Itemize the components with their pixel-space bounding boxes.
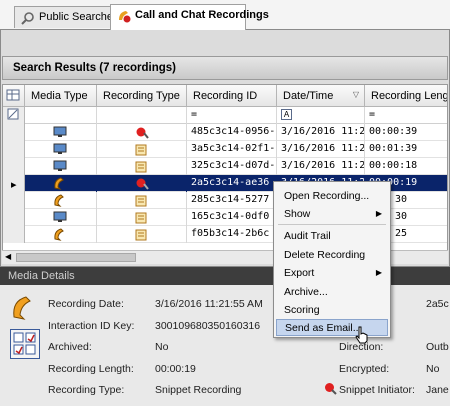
snippet-initiator-icon	[324, 382, 337, 398]
tab-call-and-chat-recordings[interactable]: Call and Chat Recordings	[110, 4, 269, 30]
phone-icon	[25, 192, 97, 209]
column-header-recording-id[interactable]: Recording ID	[187, 85, 277, 107]
phone-icon	[25, 226, 97, 243]
menu-item-audit-trail[interactable]: Audit Trail	[284, 230, 331, 242]
recording-datetime: 3/16/2016 11:22...	[277, 141, 365, 158]
recording-id: f05b3c14-2b6c	[187, 226, 277, 243]
archived-label: Archived:	[48, 341, 92, 353]
monitor-icon	[25, 209, 97, 226]
recording-length-value: 00:00:19	[155, 363, 196, 375]
column-header-recording-length[interactable]: Recording Length	[365, 85, 447, 107]
context-menu: Open Recording... Show ▶ Audit Trail Del…	[273, 181, 391, 338]
menu-item-send-as-email[interactable]: Send as Email...	[276, 319, 388, 336]
encrypted-label: Encrypted:	[339, 363, 390, 375]
scroll-left-icon[interactable]: ◀	[5, 252, 11, 261]
recording-id-truncated: 2a5c	[426, 298, 449, 310]
column-header-media-type[interactable]: Media Type	[25, 85, 97, 107]
archived-value: No	[155, 341, 169, 353]
screen-recording-icon	[97, 124, 187, 141]
menu-item-archive[interactable]: Archive...	[284, 286, 328, 298]
snippet-icon	[97, 209, 187, 226]
interaction-id-label: Interaction ID Key:	[48, 320, 135, 332]
tab-bar: Public Searches Call and Chat Recordings	[0, 0, 450, 30]
menu-item-show[interactable]: Show ▶	[274, 206, 390, 222]
search-results-header: Search Results (7 recordings)	[2, 56, 448, 80]
monitor-icon	[25, 158, 97, 175]
snippet-icon	[97, 192, 187, 209]
recordings-icon	[117, 9, 131, 26]
details-checklist-icon[interactable]	[10, 329, 40, 359]
recording-length: 00:01:39	[365, 141, 447, 158]
table-row[interactable]: 485c3c14-0956-... 3/16/2016 11:24... 00:…	[3, 124, 447, 141]
recording-length: 00:00:18	[365, 158, 447, 175]
row-pointer-icon: ▸	[3, 175, 25, 192]
search-icon	[21, 11, 35, 28]
recording-date-label: Recording Date:	[48, 298, 124, 310]
hand-pointer-cursor-icon	[355, 326, 369, 347]
filter-recording-length[interactable]: =	[365, 107, 447, 124]
recording-id: 485c3c14-0956-...	[187, 124, 277, 141]
sort-desc-icon: ▽	[352, 90, 359, 99]
recording-datetime: 3/16/2016 11:24...	[277, 124, 365, 141]
recording-id: 165c3c14-0df0	[187, 209, 277, 226]
filter-recording-type[interactable]	[97, 107, 187, 124]
snippet-icon	[97, 158, 187, 175]
recording-length-label: Recording Length:	[48, 363, 134, 375]
menu-separator	[278, 224, 386, 225]
direction-value: Outb	[426, 341, 449, 353]
menu-item-scoring[interactable]: Scoring	[284, 304, 320, 316]
recording-date-value: 3/16/2016 11:21:55 AM	[155, 298, 263, 310]
interaction-id-value: 300109680350160316	[155, 320, 261, 332]
snippet-icon	[97, 141, 187, 158]
filter-datetime[interactable]: A	[277, 107, 365, 124]
recording-datetime: 3/16/2016 11:22...	[277, 158, 365, 175]
phone-icon	[10, 295, 36, 324]
menu-item-export[interactable]: Export ▶	[274, 265, 390, 281]
snippet-initiator-value: Jane	[426, 384, 449, 396]
column-header-recording-type[interactable]: Recording Type	[97, 85, 187, 107]
submenu-arrow-icon: ▶	[375, 209, 382, 218]
filter-recording-id[interactable]: =	[187, 107, 277, 124]
menu-item-delete-recording[interactable]: Delete Recording	[284, 249, 365, 261]
scrollbar-thumb[interactable]	[16, 253, 136, 262]
column-header-datetime[interactable]: Date/Time ▽	[277, 85, 365, 107]
recording-id: 2a5c3c14-ae36	[187, 175, 277, 192]
recording-id: 285c3c14-5277	[187, 192, 277, 209]
filter-media-type[interactable]	[25, 107, 97, 124]
screen-recording-icon	[97, 175, 187, 192]
recording-type-label: Recording Type:	[48, 384, 125, 396]
tab-public-searches[interactable]: Public Searches	[14, 6, 119, 28]
table-row[interactable]: 325c3c14-d07d-... 3/16/2016 11:22... 00:…	[3, 158, 447, 175]
filter-row: = A =	[3, 107, 447, 124]
submenu-arrow-icon: ▶	[375, 268, 382, 277]
recording-type-value: Snippet Recording	[155, 384, 242, 396]
snippet-initiator-label: Snippet Initiator:	[339, 384, 415, 396]
recording-id: 325c3c14-d07d-...	[187, 158, 277, 175]
recording-length: 00:00:39	[365, 124, 447, 141]
phone-icon	[25, 175, 97, 192]
monitor-icon	[25, 141, 97, 158]
snippet-icon	[97, 226, 187, 243]
encrypted-value: No	[426, 363, 440, 375]
recording-id: 3a5c3c14-02f1-...	[187, 141, 277, 158]
monitor-icon	[25, 124, 97, 141]
table-row[interactable]: 3a5c3c14-02f1-... 3/16/2016 11:22... 00:…	[3, 141, 447, 158]
column-chooser-icon[interactable]	[3, 85, 25, 107]
date-filter-icon: A	[281, 109, 292, 120]
menu-item-open-recording[interactable]: Open Recording...	[284, 190, 369, 202]
clear-filter-icon[interactable]	[3, 107, 25, 124]
